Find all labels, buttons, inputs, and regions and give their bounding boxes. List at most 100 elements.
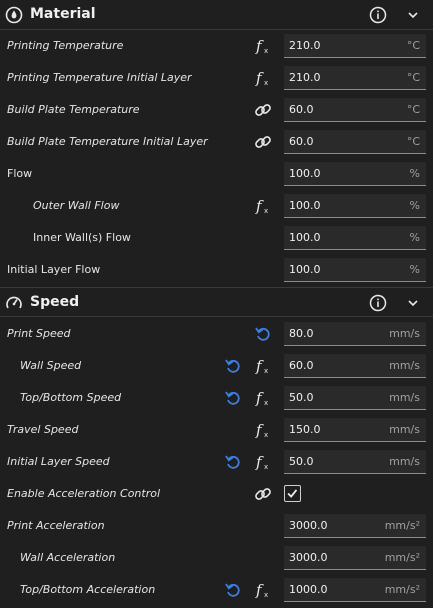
field-unit: °C: [406, 103, 420, 116]
flow-input[interactable]: 100.0 %: [284, 162, 426, 186]
field-unit: mm/s: [389, 359, 420, 372]
wall-speed-input[interactable]: 60.0 mm/s: [284, 354, 426, 378]
field-unit: mm/s: [389, 455, 420, 468]
field-value: 150.0: [289, 423, 321, 436]
field-value: 100.0: [289, 231, 321, 244]
build-plate-temperature-initial-layer-input[interactable]: 60.0 °C: [284, 130, 426, 154]
field-value: 50.0: [289, 455, 314, 468]
setting-label: Wall Acceleration: [20, 551, 116, 564]
svg-text:f: f: [255, 389, 264, 407]
setting-label: Initial Layer Speed: [7, 455, 110, 468]
print-acceleration-input[interactable]: 3000.0 mm/s²: [284, 514, 426, 538]
speed-section-header[interactable]: Speed: [0, 287, 433, 317]
field-value: 100.0: [289, 167, 321, 180]
setting-row-travel-speed: Travel Speed f x 150.0 mm/s: [0, 414, 433, 446]
field-unit: mm/s: [389, 423, 420, 436]
svg-text:f: f: [255, 581, 264, 599]
function-icon[interactable]: f x: [254, 581, 272, 599]
speedometer-icon: [6, 296, 22, 309]
field-value: 60.0: [289, 359, 314, 372]
field-unit: mm/s²: [384, 519, 420, 532]
svg-text:x: x: [264, 207, 268, 215]
material-section-header[interactable]: Material: [0, 0, 433, 30]
svg-text:x: x: [264, 591, 268, 599]
setting-label: Wall Speed: [20, 359, 82, 372]
setting-row-enable-acceleration-control: Enable Acceleration Control: [0, 478, 433, 510]
field-unit: %: [409, 167, 420, 180]
setting-label: Printing Temperature: [7, 39, 124, 52]
print-speed-input[interactable]: 80.0 mm/s: [284, 322, 426, 346]
field-value: 1000.0: [289, 583, 328, 596]
checkmark-icon: [287, 489, 298, 498]
field-value: 60.0: [289, 103, 314, 116]
setting-row-wall-speed: Wall Speed f x 60.0 mm/s: [0, 350, 433, 382]
build-plate-temperature-input[interactable]: 60.0 °C: [284, 98, 426, 122]
setting-label: Initial Layer Flow: [7, 263, 101, 276]
field-unit: °C: [406, 39, 420, 52]
setting-row-printing-temperature-initial-layer: Printing Temperature Initial Layer f x 2…: [0, 62, 433, 94]
function-icon[interactable]: f x: [254, 197, 272, 215]
setting-row-wall-acceleration: Wall Acceleration 3000.0 mm/s²: [0, 542, 433, 574]
chevron-down-icon[interactable]: [406, 296, 420, 310]
top-bottom-acceleration-input[interactable]: 1000.0 mm/s²: [284, 578, 426, 602]
reset-icon[interactable]: [224, 453, 242, 471]
setting-label: Build Plate Temperature Initial Layer: [7, 135, 208, 148]
setting-label: Outer Wall Flow: [33, 199, 120, 212]
setting-row-flow: Flow 100.0 %: [0, 158, 433, 190]
inner-wall-flow-input[interactable]: 100.0 %: [284, 226, 426, 250]
speed-section-title: Speed: [30, 294, 80, 310]
svg-text:f: f: [255, 421, 264, 439]
setting-label: Build Plate Temperature: [7, 103, 140, 116]
setting-label: Print Speed: [7, 327, 71, 340]
setting-label: Flow: [7, 167, 33, 180]
field-unit: mm/s²: [384, 583, 420, 596]
top-bottom-speed-input[interactable]: 50.0 mm/s: [284, 386, 426, 410]
link-icon[interactable]: [254, 101, 272, 119]
svg-text:x: x: [264, 79, 268, 87]
initial-layer-speed-input[interactable]: 50.0 mm/s: [284, 450, 426, 474]
field-value: 80.0: [289, 327, 314, 340]
function-icon[interactable]: f x: [254, 37, 272, 55]
svg-text:x: x: [264, 463, 268, 471]
printing-temperature-input[interactable]: 210.0 °C: [284, 34, 426, 58]
function-icon[interactable]: f x: [254, 389, 272, 407]
setting-label: Top/Bottom Speed: [20, 391, 122, 404]
initial-layer-flow-input[interactable]: 100.0 %: [284, 258, 426, 282]
link-icon[interactable]: [254, 133, 272, 151]
function-icon[interactable]: f x: [254, 69, 272, 87]
chevron-down-icon[interactable]: [406, 8, 420, 22]
outer-wall-flow-input[interactable]: 100.0 %: [284, 194, 426, 218]
svg-text:x: x: [264, 47, 268, 55]
field-unit: %: [409, 231, 420, 244]
printing-temperature-initial-layer-input[interactable]: 210.0 °C: [284, 66, 426, 90]
svg-text:x: x: [264, 431, 268, 439]
field-unit: %: [409, 199, 420, 212]
material-icon: [5, 6, 23, 24]
setting-row-build-plate-temperature-initial-layer: Build Plate Temperature Initial Layer 60…: [0, 126, 433, 158]
wall-acceleration-input[interactable]: 3000.0 mm/s²: [284, 546, 426, 570]
function-icon[interactable]: f x: [254, 421, 272, 439]
field-unit: mm/s: [389, 391, 420, 404]
field-unit: °C: [406, 71, 420, 84]
setting-label: Print Acceleration: [7, 519, 105, 532]
reset-icon[interactable]: [224, 357, 242, 375]
enable-acceleration-control-checkbox[interactable]: [284, 485, 301, 502]
info-icon[interactable]: [369, 6, 387, 24]
travel-speed-input[interactable]: 150.0 mm/s: [284, 418, 426, 442]
reset-icon[interactable]: [254, 325, 272, 343]
link-icon[interactable]: [254, 485, 272, 503]
field-value: 60.0: [289, 135, 314, 148]
setting-row-outer-wall-flow: Outer Wall Flow f x 100.0 %: [0, 190, 433, 222]
svg-text:f: f: [255, 453, 264, 471]
setting-row-initial-layer-speed: Initial Layer Speed f x 50.0 mm/s: [0, 446, 433, 478]
setting-row-print-acceleration: Print Acceleration 3000.0 mm/s²: [0, 510, 433, 542]
field-unit: °C: [406, 135, 420, 148]
function-icon[interactable]: f x: [254, 357, 272, 375]
reset-icon[interactable]: [224, 389, 242, 407]
reset-icon[interactable]: [224, 581, 242, 599]
setting-label: Inner Wall(s) Flow: [33, 231, 131, 244]
function-icon[interactable]: f x: [254, 453, 272, 471]
field-value: 3000.0: [289, 551, 328, 564]
setting-label: Travel Speed: [7, 423, 79, 436]
info-icon[interactable]: [369, 294, 387, 312]
